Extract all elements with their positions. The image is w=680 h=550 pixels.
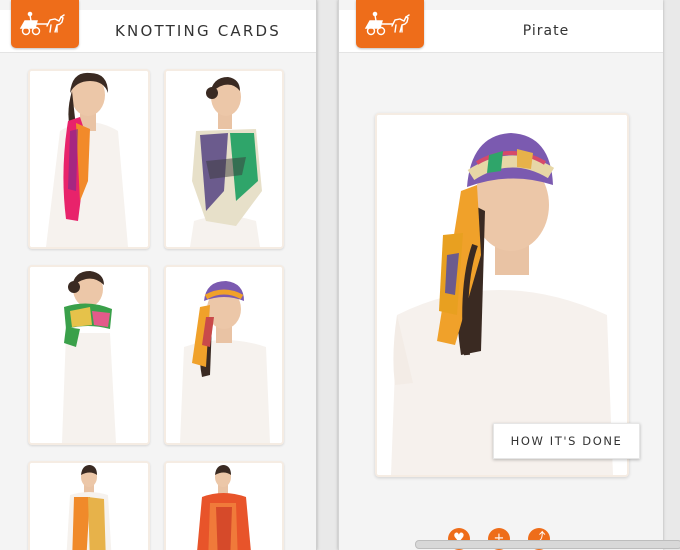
- horse-carriage-icon: [364, 11, 410, 36]
- card-3-photo: [30, 267, 148, 443]
- how-its-done-button[interactable]: HOW IT'S DONE: [493, 423, 640, 459]
- horse-carriage-icon: [19, 11, 65, 36]
- card-6-photo: [166, 463, 282, 550]
- card-5-photo: [30, 463, 148, 550]
- page-title: KNOTTING CARDS: [115, 22, 281, 40]
- card-4-photo: [166, 267, 282, 443]
- logo-button[interactable]: [11, 0, 79, 48]
- horizontal-scrollbar[interactable]: [415, 540, 680, 549]
- knotting-card-4[interactable]: [164, 265, 284, 445]
- knotting-card-3[interactable]: [28, 265, 150, 445]
- card-1-photo: [30, 71, 148, 247]
- knotting-card-5[interactable]: [28, 461, 150, 550]
- knotting-card-2[interactable]: [164, 69, 284, 249]
- page-title: Pirate: [522, 23, 570, 39]
- pirate-knot-image: [377, 115, 627, 475]
- card-2-photo: [166, 71, 282, 247]
- knotting-cards-screen: KNOTTING CARDS: [0, 0, 317, 550]
- logo-button[interactable]: [356, 0, 424, 48]
- knotting-card-6[interactable]: [164, 461, 284, 550]
- pirate-detail-screen: Pirate HOW IT'S DONE ♥ + ⤴: [338, 0, 663, 550]
- knotting-card-1[interactable]: [28, 69, 150, 249]
